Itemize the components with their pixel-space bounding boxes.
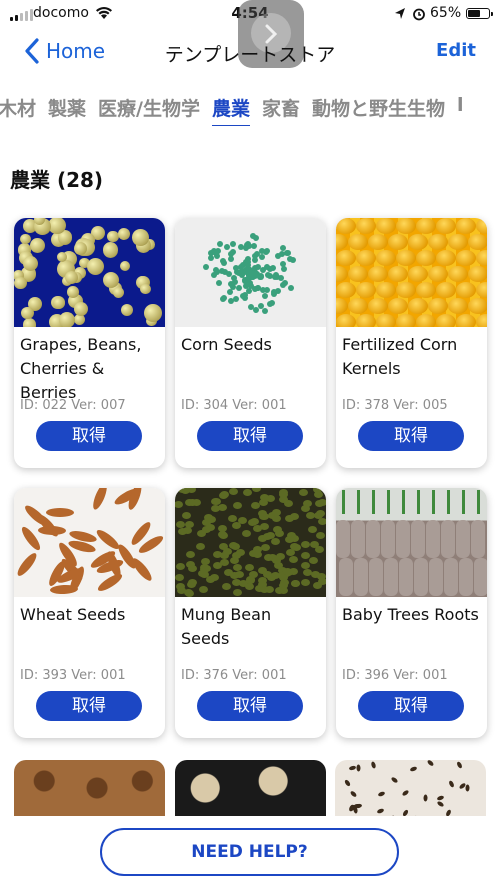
card-title: Corn Seeds (181, 335, 272, 354)
template-card[interactable]: Baby Trees Roots ID: 396 Ver: 001 取得 (336, 488, 487, 738)
tree-roots-photo (336, 488, 487, 597)
tab-livestock[interactable]: 家畜 (262, 94, 300, 126)
get-button[interactable]: 取得 (36, 421, 142, 451)
card-id-version: ID: 376 Ver: 001 (181, 668, 287, 683)
tab-animals-wildlife[interactable]: 動物と野生生物 (312, 94, 445, 126)
section-title: 農業 (28) (10, 168, 104, 192)
mung-bean-photo (175, 488, 326, 597)
bottom-bar: NEED HELP? (0, 816, 500, 889)
alarm-icon (412, 6, 426, 25)
corn-kernels-photo (336, 218, 487, 327)
get-button[interactable]: 取得 (36, 691, 142, 721)
grapes-beans-photo (14, 218, 165, 327)
edit-button[interactable]: Edit (436, 40, 476, 61)
get-button[interactable]: 取得 (358, 691, 464, 721)
category-tabs: 木材 製薬 医療/生物学 農業 家畜 動物と野生生物 l (0, 94, 500, 126)
battery-percent: 65% (430, 5, 462, 21)
card-id-version: ID: 396 Ver: 001 (342, 668, 448, 683)
get-button[interactable]: 取得 (358, 421, 464, 451)
get-button[interactable]: 取得 (197, 421, 303, 451)
template-card[interactable]: Mung Bean Seeds ID: 376 Ver: 001 取得 (175, 488, 326, 738)
page-title: テンプレートストア (164, 44, 336, 66)
card-title: Grapes, Beans, Cherries & Berries (20, 335, 142, 402)
card-title: Baby Trees Roots (342, 605, 479, 624)
card-id-version: ID: 378 Ver: 005 (342, 398, 448, 413)
template-card[interactable]: Grapes, Beans, Cherries & Berries ID: 02… (14, 218, 165, 468)
card-id-version: ID: 304 Ver: 001 (181, 398, 287, 413)
tab-medical-biology[interactable]: 医療/生物学 (98, 94, 200, 126)
navigation-bar: Home テンプレートストア Edit (0, 30, 500, 74)
template-card[interactable]: Wheat Seeds ID: 393 Ver: 001 取得 (14, 488, 165, 738)
location-arrow-icon (394, 6, 406, 25)
get-button[interactable]: 取得 (197, 691, 303, 721)
battery-icon (466, 8, 493, 19)
template-card[interactable]: Fertilized Corn Kernels ID: 378 Ver: 005… (336, 218, 487, 468)
template-grid: Grapes, Beans, Cherries & Berries ID: 02… (14, 218, 487, 738)
tab-next-truncated[interactable]: l (457, 94, 464, 126)
card-id-version: ID: 393 Ver: 001 (20, 668, 126, 683)
template-card[interactable]: Corn Seeds ID: 304 Ver: 001 取得 (175, 218, 326, 468)
tab-agriculture[interactable]: 農業 (211, 94, 250, 126)
card-id-version: ID: 022 Ver: 007 (20, 398, 126, 413)
need-help-button[interactable]: NEED HELP? (100, 828, 399, 876)
card-title: Mung Bean Seeds (181, 605, 272, 648)
tab-pharmaceutical[interactable]: 製薬 (48, 94, 86, 126)
card-title: Wheat Seeds (20, 605, 126, 624)
corn-seeds-photo (175, 218, 326, 327)
wheat-seeds-photo (14, 488, 165, 597)
tab-wood[interactable]: 木材 (0, 94, 36, 126)
card-title: Fertilized Corn Kernels (342, 335, 458, 378)
